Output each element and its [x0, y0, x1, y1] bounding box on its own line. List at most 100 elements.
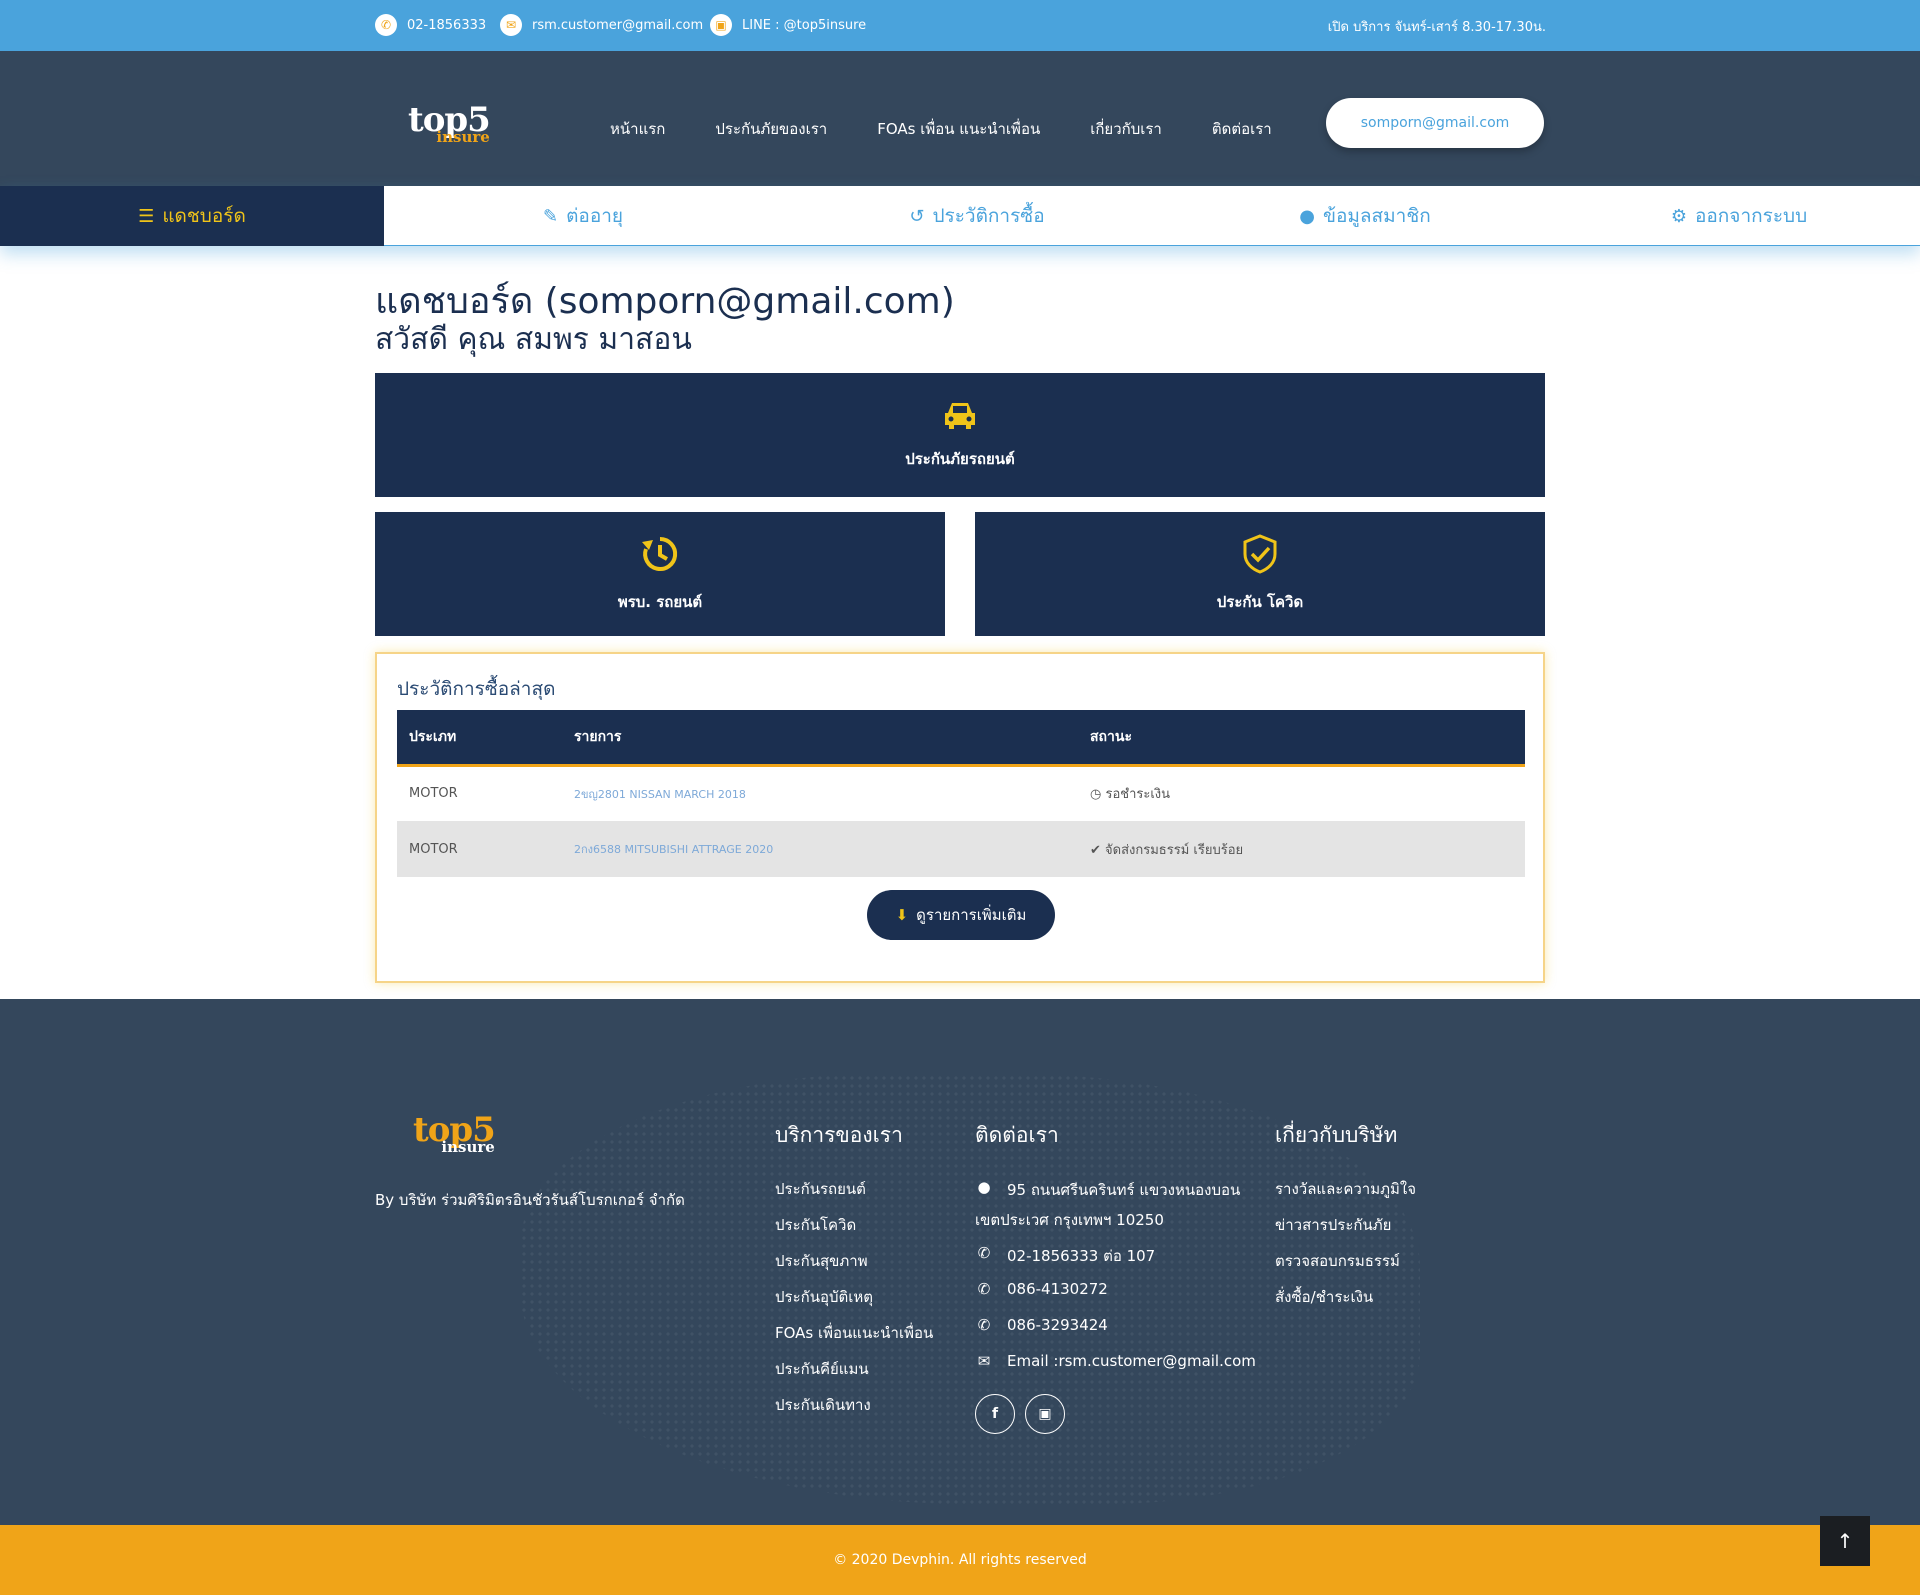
- row-status: ✔ จัดส่งกรมธรรม์ เรียบร้อย: [1078, 821, 1525, 877]
- table-row: MOTOR 2ขญ2801 NISSAN MARCH 2018 ◷ รอชำระ…: [397, 765, 1525, 821]
- mail-icon: ✉: [977, 1352, 991, 1370]
- greeting: สวัสดี คุณ สมพร มาสอน: [375, 322, 692, 357]
- topbar-email[interactable]: ✉ rsm.customer@gmail.com: [500, 14, 703, 36]
- footer-about-link[interactable]: สั่งซื้อ/ชำระเงิน: [1275, 1286, 1416, 1322]
- site-header: top5 insure หน้าแรก ประกันภัยของเรา FOAs…: [0, 51, 1920, 186]
- footer-contact-title: ติดต่อเรา: [975, 1123, 1059, 1147]
- topbar-phone[interactable]: ✆ 02-1856333: [375, 14, 486, 36]
- card-covid-insurance-label: ประกัน โควิด: [1216, 593, 1304, 611]
- row-status-text: จัดส่งกรมธรรม์ เรียบร้อย: [1105, 842, 1244, 858]
- history-icon: ↺: [909, 205, 925, 227]
- tab-purchase-history[interactable]: ↺ ประวัติการซื้อ: [782, 186, 1172, 246]
- address-row-2: เขตประเวศ กรุงเทพฯ 10250: [975, 1208, 1256, 1244]
- footer-service-link[interactable]: ประกันโควิด: [775, 1214, 933, 1250]
- shield-check-icon: [1242, 534, 1278, 580]
- column-header-item: รายการ: [574, 728, 622, 745]
- footer-about-title: เกี่ยวกับบริษัท: [1275, 1123, 1398, 1147]
- copyright-bar: © 2020 Devphin. All rights reserved: [0, 1525, 1920, 1595]
- topbar-email-text: rsm.customer@gmail.com: [532, 17, 704, 33]
- tab-purchase-history-label: ประวัติการซื้อ: [932, 205, 1045, 227]
- dashboard-tabs: ☰ แดชบอร์ด ✎ ต่ออายุ ↺ ประวัติการซื้อ ● …: [0, 186, 1920, 246]
- tab-member-info-label: ข้อมูลสมาชิก: [1322, 205, 1431, 227]
- phone-icon: ✆: [977, 1280, 991, 1298]
- footer-service-link[interactable]: ประกันอุบัติเหตุ: [775, 1286, 933, 1322]
- nav-foas[interactable]: FOAs เพื่อน แนะนำเพื่อน: [877, 117, 1040, 141]
- line-icon: ▣: [710, 14, 732, 36]
- address-line-1: 95 ถนนศรีนครินทร์ แขวงหนองบอน: [1007, 1181, 1241, 1199]
- logo-sub: insure: [436, 128, 490, 146]
- tab-dashboard[interactable]: ☰ แดชบอร์ด: [0, 186, 384, 246]
- list-icon: ☰: [138, 205, 155, 227]
- footer-about-link[interactable]: รางวัลและความภูมิใจ: [1275, 1178, 1416, 1214]
- phone-row[interactable]: ✆ 086-4130272: [975, 1280, 1256, 1316]
- view-more-button[interactable]: ⬇ ดูรายการเพิ่มเติม: [867, 890, 1055, 940]
- footer-service-link[interactable]: ประกันคีย์แมน: [775, 1358, 933, 1394]
- phone-number: 02-1856333 ต่อ 107: [1007, 1247, 1156, 1265]
- phone-number: 086-4130272: [1007, 1280, 1108, 1298]
- car-icon: [940, 399, 980, 437]
- purchase-history-table: ประเภท รายการ สถานะ MOTOR 2ขญ2801 NISSAN…: [397, 710, 1525, 877]
- phone-icon: ✆: [375, 14, 397, 36]
- phone-row[interactable]: ✆ 086-3293424: [975, 1316, 1256, 1352]
- row-item-link[interactable]: 2กง6588 MITSUBISHI ATTRAGE 2020: [562, 821, 1078, 877]
- row-status: ◷ รอชำระเงิน: [1078, 765, 1525, 821]
- gear-icon: ⚙: [1670, 205, 1687, 227]
- footer-service-link[interactable]: ประกันสุขภาพ: [775, 1250, 933, 1286]
- phone-row[interactable]: ✆ 02-1856333 ต่อ 107: [975, 1244, 1256, 1280]
- business-hours: เปิด บริการ จันทร์-เสาร์ 8.30-17.30น.: [1327, 20, 1546, 35]
- footer-about-link[interactable]: ตรวจสอบกรมธรรม์: [1275, 1250, 1416, 1286]
- footer-logo-sub: insure: [441, 1138, 495, 1156]
- card-covid-insurance[interactable]: ประกัน โควิด: [975, 512, 1545, 636]
- table-header-row: ประเภท รายการ สถานะ: [397, 710, 1525, 765]
- check-icon: ✔: [1090, 842, 1101, 858]
- back-to-top-button[interactable]: ↑: [1820, 1516, 1870, 1566]
- tab-logout-label: ออกจากระบบ: [1694, 205, 1808, 227]
- row-item-link[interactable]: 2ขญ2801 NISSAN MARCH 2018: [562, 765, 1078, 821]
- topbar-line-text: LINE : @top5insure: [742, 17, 867, 33]
- footer-service-link[interactable]: ประกันเดินทาง: [775, 1394, 933, 1430]
- footer-service-link[interactable]: FOAs เพื่อนแนะนำเพื่อน: [775, 1322, 933, 1358]
- nav-contact[interactable]: ติดต่อเรา: [1212, 117, 1272, 141]
- address-line-2: เขตประเวศ กรุงเทพฯ 10250: [975, 1211, 1164, 1229]
- site-footer: top5 insure By บริษัท ร่วมศิริมิตรอินชัว…: [0, 999, 1920, 1525]
- nav-about[interactable]: เกี่ยวกับเรา: [1090, 117, 1162, 141]
- table-row: MOTOR 2กง6588 MITSUBISHI ATTRAGE 2020 ✔ …: [397, 821, 1525, 877]
- mail-icon: ✉: [500, 14, 522, 36]
- nav-insurance[interactable]: ประกันภัยของเรา: [715, 117, 827, 141]
- tab-logout[interactable]: ⚙ ออกจากระบบ: [1558, 186, 1920, 246]
- card-car-insurance-label: ประกันภัยรถยนต์: [905, 450, 1015, 468]
- tab-member-info[interactable]: ● ข้อมูลสมาชิก: [1172, 186, 1558, 246]
- phone-icon: ✆: [977, 1244, 991, 1262]
- footer-service-link[interactable]: ประกันรถยนต์: [775, 1178, 933, 1214]
- clock-icon: ◷: [1090, 787, 1102, 803]
- phone-number: 086-3293424: [1007, 1316, 1108, 1334]
- line-icon[interactable]: ▣: [1025, 1394, 1065, 1434]
- topbar-line[interactable]: ▣ LINE : @top5insure: [710, 14, 866, 36]
- column-header-type: ประเภท: [409, 728, 457, 745]
- view-more-label: ดูรายการเพิ่มเติม: [916, 906, 1027, 924]
- row-type: MOTOR: [409, 841, 458, 857]
- map-pin-icon: ●: [977, 1178, 991, 1196]
- footer-logo[interactable]: top5 insure: [413, 1113, 496, 1155]
- footer-email: Email :rsm.customer@gmail.com: [1007, 1352, 1256, 1370]
- site-logo[interactable]: top5 insure: [408, 103, 491, 145]
- phone-icon: ✆: [977, 1316, 991, 1334]
- card-compulsory-insurance[interactable]: พรบ. รถยนต์: [375, 512, 945, 636]
- tab-dashboard-label: แดชบอร์ด: [162, 205, 246, 227]
- user-account-button[interactable]: somporn@gmail.com: [1326, 98, 1544, 148]
- top-info-bar: ✆ 02-1856333 ✉ rsm.customer@gmail.com ▣ …: [0, 0, 1920, 51]
- footer-about-link[interactable]: ข่าวสารประกันภัย: [1275, 1214, 1416, 1250]
- footer-services-title: บริการของเรา: [775, 1123, 903, 1147]
- company-name: By บริษัท ร่วมศิริมิตรอินชัวรันส์โบรกเกอ…: [375, 1191, 685, 1209]
- purchase-history-title: ประวัติการซื้อล่าสุด: [397, 678, 556, 700]
- copyright-text: © 2020 Devphin. All rights reserved: [833, 1552, 1087, 1568]
- facebook-icon[interactable]: f: [975, 1394, 1015, 1434]
- tab-renew[interactable]: ✎ ต่ออายุ: [384, 186, 782, 246]
- edit-icon: ✎: [542, 205, 559, 227]
- purchase-history-panel: ประวัติการซื้อล่าสุด ประเภท รายการ สถานะ…: [375, 652, 1545, 983]
- address-row: ● 95 ถนนศรีนครินทร์ แขวงหนองบอน: [975, 1178, 1256, 1208]
- nav-home[interactable]: หน้าแรก: [610, 117, 665, 141]
- email-row[interactable]: ✉ Email :rsm.customer@gmail.com: [975, 1352, 1256, 1388]
- user-icon: ●: [1299, 205, 1315, 227]
- card-car-insurance[interactable]: ประกันภัยรถยนต์: [375, 373, 1545, 497]
